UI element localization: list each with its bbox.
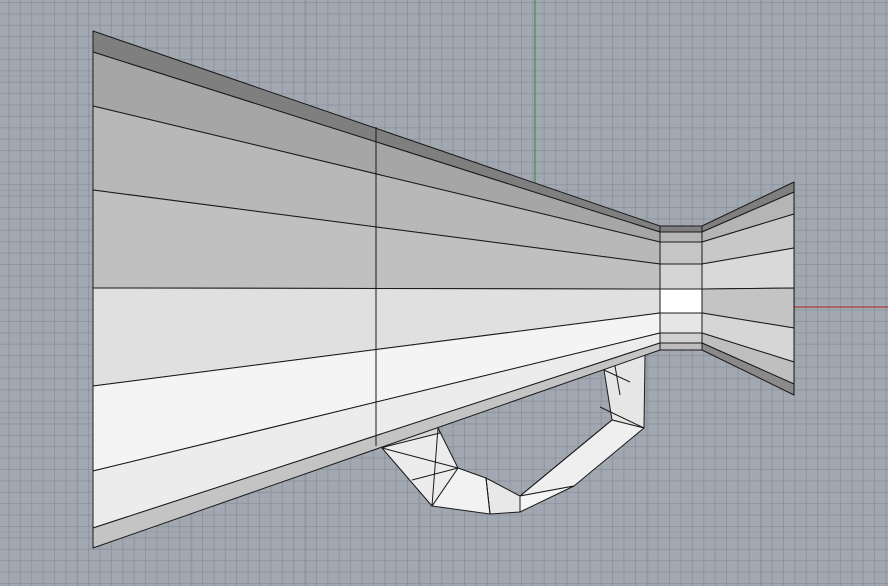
megaphone-mouthpiece[interactable] <box>701 181 795 396</box>
megaphone-neck[interactable] <box>659 225 703 351</box>
viewport-front[interactable] <box>0 0 888 586</box>
viewport-canvas[interactable] <box>0 0 888 586</box>
